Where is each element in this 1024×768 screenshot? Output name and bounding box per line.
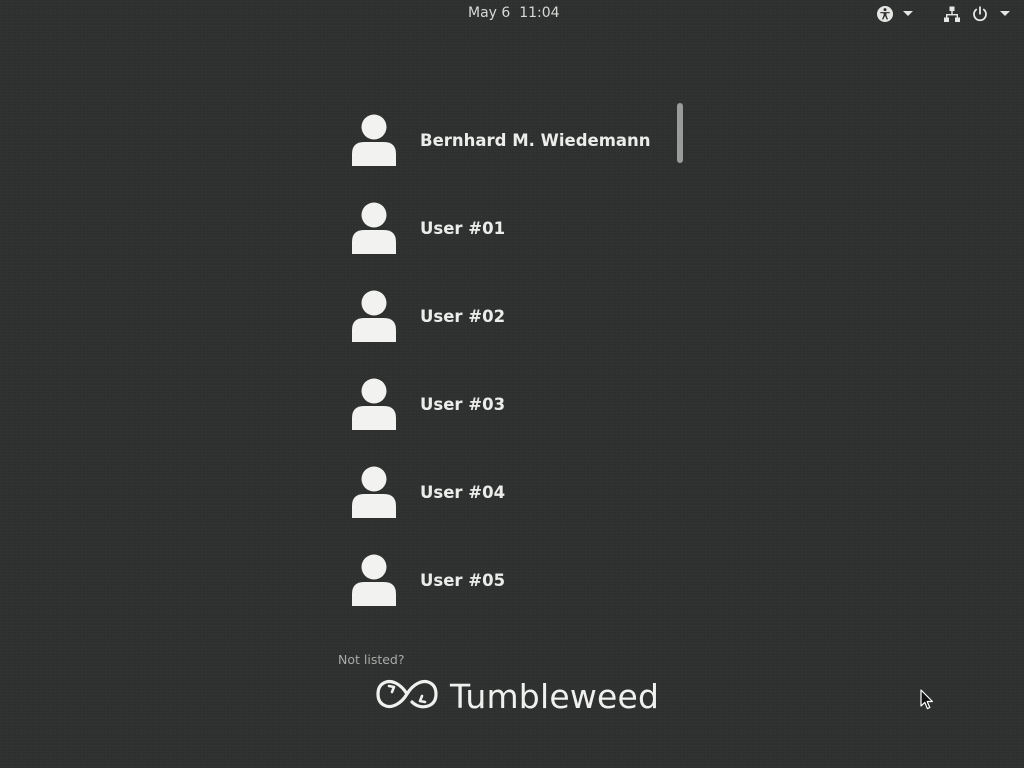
user-item-02[interactable]: User #02: [340, 276, 670, 356]
user-avatar-icon: [340, 370, 408, 438]
tumbleweed-logo-icon: [376, 677, 438, 715]
accessibility-icon: [876, 5, 894, 23]
system-menu[interactable]: [944, 3, 1010, 25]
user-item-04[interactable]: User #04: [340, 452, 670, 532]
not-listed-link[interactable]: Not listed?: [338, 652, 405, 667]
user-list: Bernhard M. Wiedemann User #01 User #02 …: [340, 100, 676, 616]
user-name: Bernhard M. Wiedemann: [420, 130, 651, 150]
user-avatar-icon: [340, 194, 408, 262]
network-icon: [944, 6, 960, 23]
clock[interactable]: May 6 11:04: [468, 5, 560, 21]
accessibility-menu[interactable]: [876, 3, 913, 25]
brand-logo: Tumbleweed: [376, 672, 659, 720]
user-name: User #04: [420, 482, 506, 502]
user-name: User #03: [420, 394, 506, 414]
user-item-bernhard[interactable]: Bernhard M. Wiedemann: [340, 100, 670, 180]
user-name: User #01: [420, 218, 506, 238]
user-name: User #02: [420, 306, 506, 326]
user-item-03[interactable]: User #03: [340, 364, 670, 444]
user-item-05[interactable]: User #05: [340, 540, 670, 620]
user-avatar-icon: [340, 546, 408, 614]
power-icon: [972, 6, 988, 22]
top-bar: May 6 11:04: [0, 0, 1024, 28]
user-item-01[interactable]: User #01: [340, 188, 670, 268]
user-list-scrollbar[interactable]: [677, 103, 683, 615]
mouse-pointer-icon: [920, 689, 934, 715]
user-avatar-icon: [340, 458, 408, 526]
user-name: User #05: [420, 570, 506, 590]
user-avatar-icon: [340, 106, 408, 174]
scrollbar-thumb[interactable]: [677, 103, 683, 163]
user-avatar-icon: [340, 282, 408, 350]
chevron-down-icon: [1000, 11, 1010, 17]
brand-name: Tumbleweed: [450, 676, 660, 716]
chevron-down-icon: [903, 11, 913, 17]
